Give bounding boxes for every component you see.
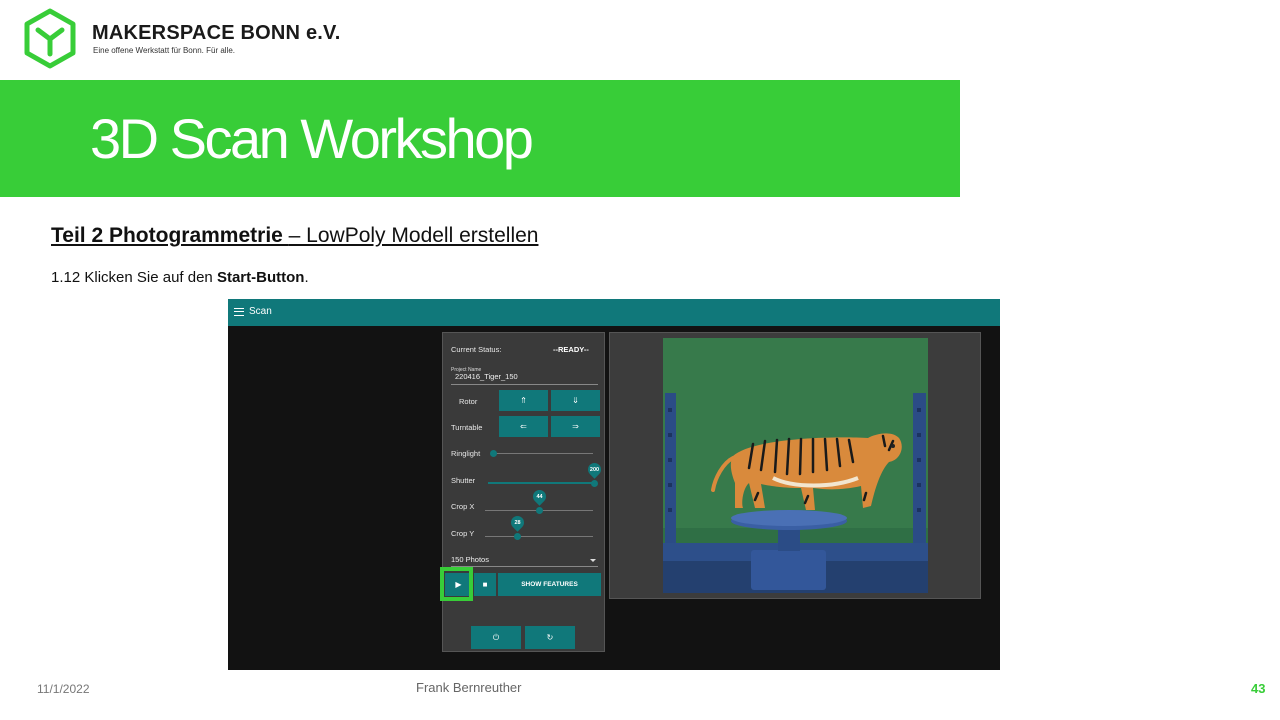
slide-title: 3D Scan Workshop [90, 107, 534, 170]
reload-button[interactable]: ↻ [525, 626, 575, 649]
makerspace-logo: MAKERSPACE BONN e.V. Eine offene Werksta… [22, 8, 362, 72]
rotor-up-button[interactable]: ⇑ [499, 390, 548, 411]
ringlight-slider-track [493, 453, 593, 454]
stop-button[interactable]: ■ [474, 573, 496, 596]
instruction-suffix: . [304, 269, 309, 286]
cropy-label: Crop Y [451, 529, 475, 538]
stop-icon: ■ [482, 580, 488, 589]
menu-icon[interactable] [234, 308, 244, 316]
shutter-slider-fill [488, 482, 594, 484]
status-value: --READY-- [553, 345, 589, 354]
subtitle-bold: Teil 2 Photogrammetrie [51, 224, 289, 247]
turntable-right-button[interactable]: ⇒ [551, 416, 600, 437]
turntable-label: Turntable [451, 423, 483, 432]
power-button[interactable]: ⏻ [471, 626, 521, 649]
shutter-slider-knob[interactable] [590, 480, 598, 487]
show-features-button[interactable]: SHOW FEATURES [498, 573, 601, 596]
scan-app-screenshot: Scan Current Status: --READY-- Project N… [228, 299, 1000, 670]
section-subtitle: Teil 2 Photogrammetrie – LowPoly Modell … [51, 224, 538, 248]
photos-count-select[interactable]: 150 Photos [451, 555, 598, 567]
cropx-value: 44 [535, 493, 543, 500]
shutter-value: 200 [589, 466, 599, 473]
cropy-slider-knob[interactable] [513, 533, 521, 540]
chevron-down-icon [590, 559, 596, 562]
cropx-value-bubble: 44 [529, 487, 549, 506]
cropx-label: Crop X [451, 502, 475, 511]
instruction-text: 1.12 Klicken Sie auf den Start-Button. [51, 269, 309, 286]
page-number: 43 [1251, 681, 1266, 696]
start-button-highlight [440, 567, 473, 601]
title-banner: 3D Scan Workshop [0, 80, 960, 197]
control-panel: Current Status: --READY-- Project Name 2… [442, 332, 605, 652]
subtitle-rest: – LowPoly Modell erstellen [288, 224, 539, 247]
power-icon: ⏻ [492, 632, 500, 642]
rotor-down-button[interactable]: ⇓ [551, 390, 600, 411]
tiger-photo-icon [663, 338, 928, 593]
ringlight-label: Ringlight [451, 449, 481, 458]
instruction-bold: Start-Button [216, 269, 305, 286]
project-name-input[interactable]: 220416_Tiger_150 [451, 372, 598, 385]
reload-icon: ↻ [546, 633, 554, 642]
logo-name: MAKERSPACE BONN e.V. [92, 22, 341, 44]
cropy-value-bubble: 28 [508, 513, 527, 532]
turntable-left-button[interactable]: ⇐ [499, 416, 548, 437]
status-label: Current Status: [451, 345, 502, 354]
rotor-label: Rotor [459, 397, 478, 406]
camera-preview [609, 332, 981, 599]
shutter-label: Shutter [451, 476, 476, 485]
hexagon-m-logo-icon [24, 8, 76, 69]
app-title: Scan [249, 306, 272, 317]
ringlight-slider-knob[interactable] [489, 450, 497, 457]
logo-tagline: Eine offene Werkstatt für Bonn. Für alle… [93, 46, 235, 55]
footer-date: 11/1/2022 [37, 682, 90, 696]
shutter-value-bubble: 200 [584, 460, 604, 479]
instruction-prefix: 1.12 Klicken Sie auf den [51, 269, 217, 286]
app-bar: Scan [228, 299, 1000, 326]
photos-count-value: 150 Photos [451, 555, 489, 564]
cropx-slider-knob[interactable] [535, 507, 543, 514]
cropy-slider-track [485, 536, 593, 537]
cropy-value: 28 [514, 519, 521, 526]
footer-author: Frank Bernreuther [416, 680, 522, 695]
